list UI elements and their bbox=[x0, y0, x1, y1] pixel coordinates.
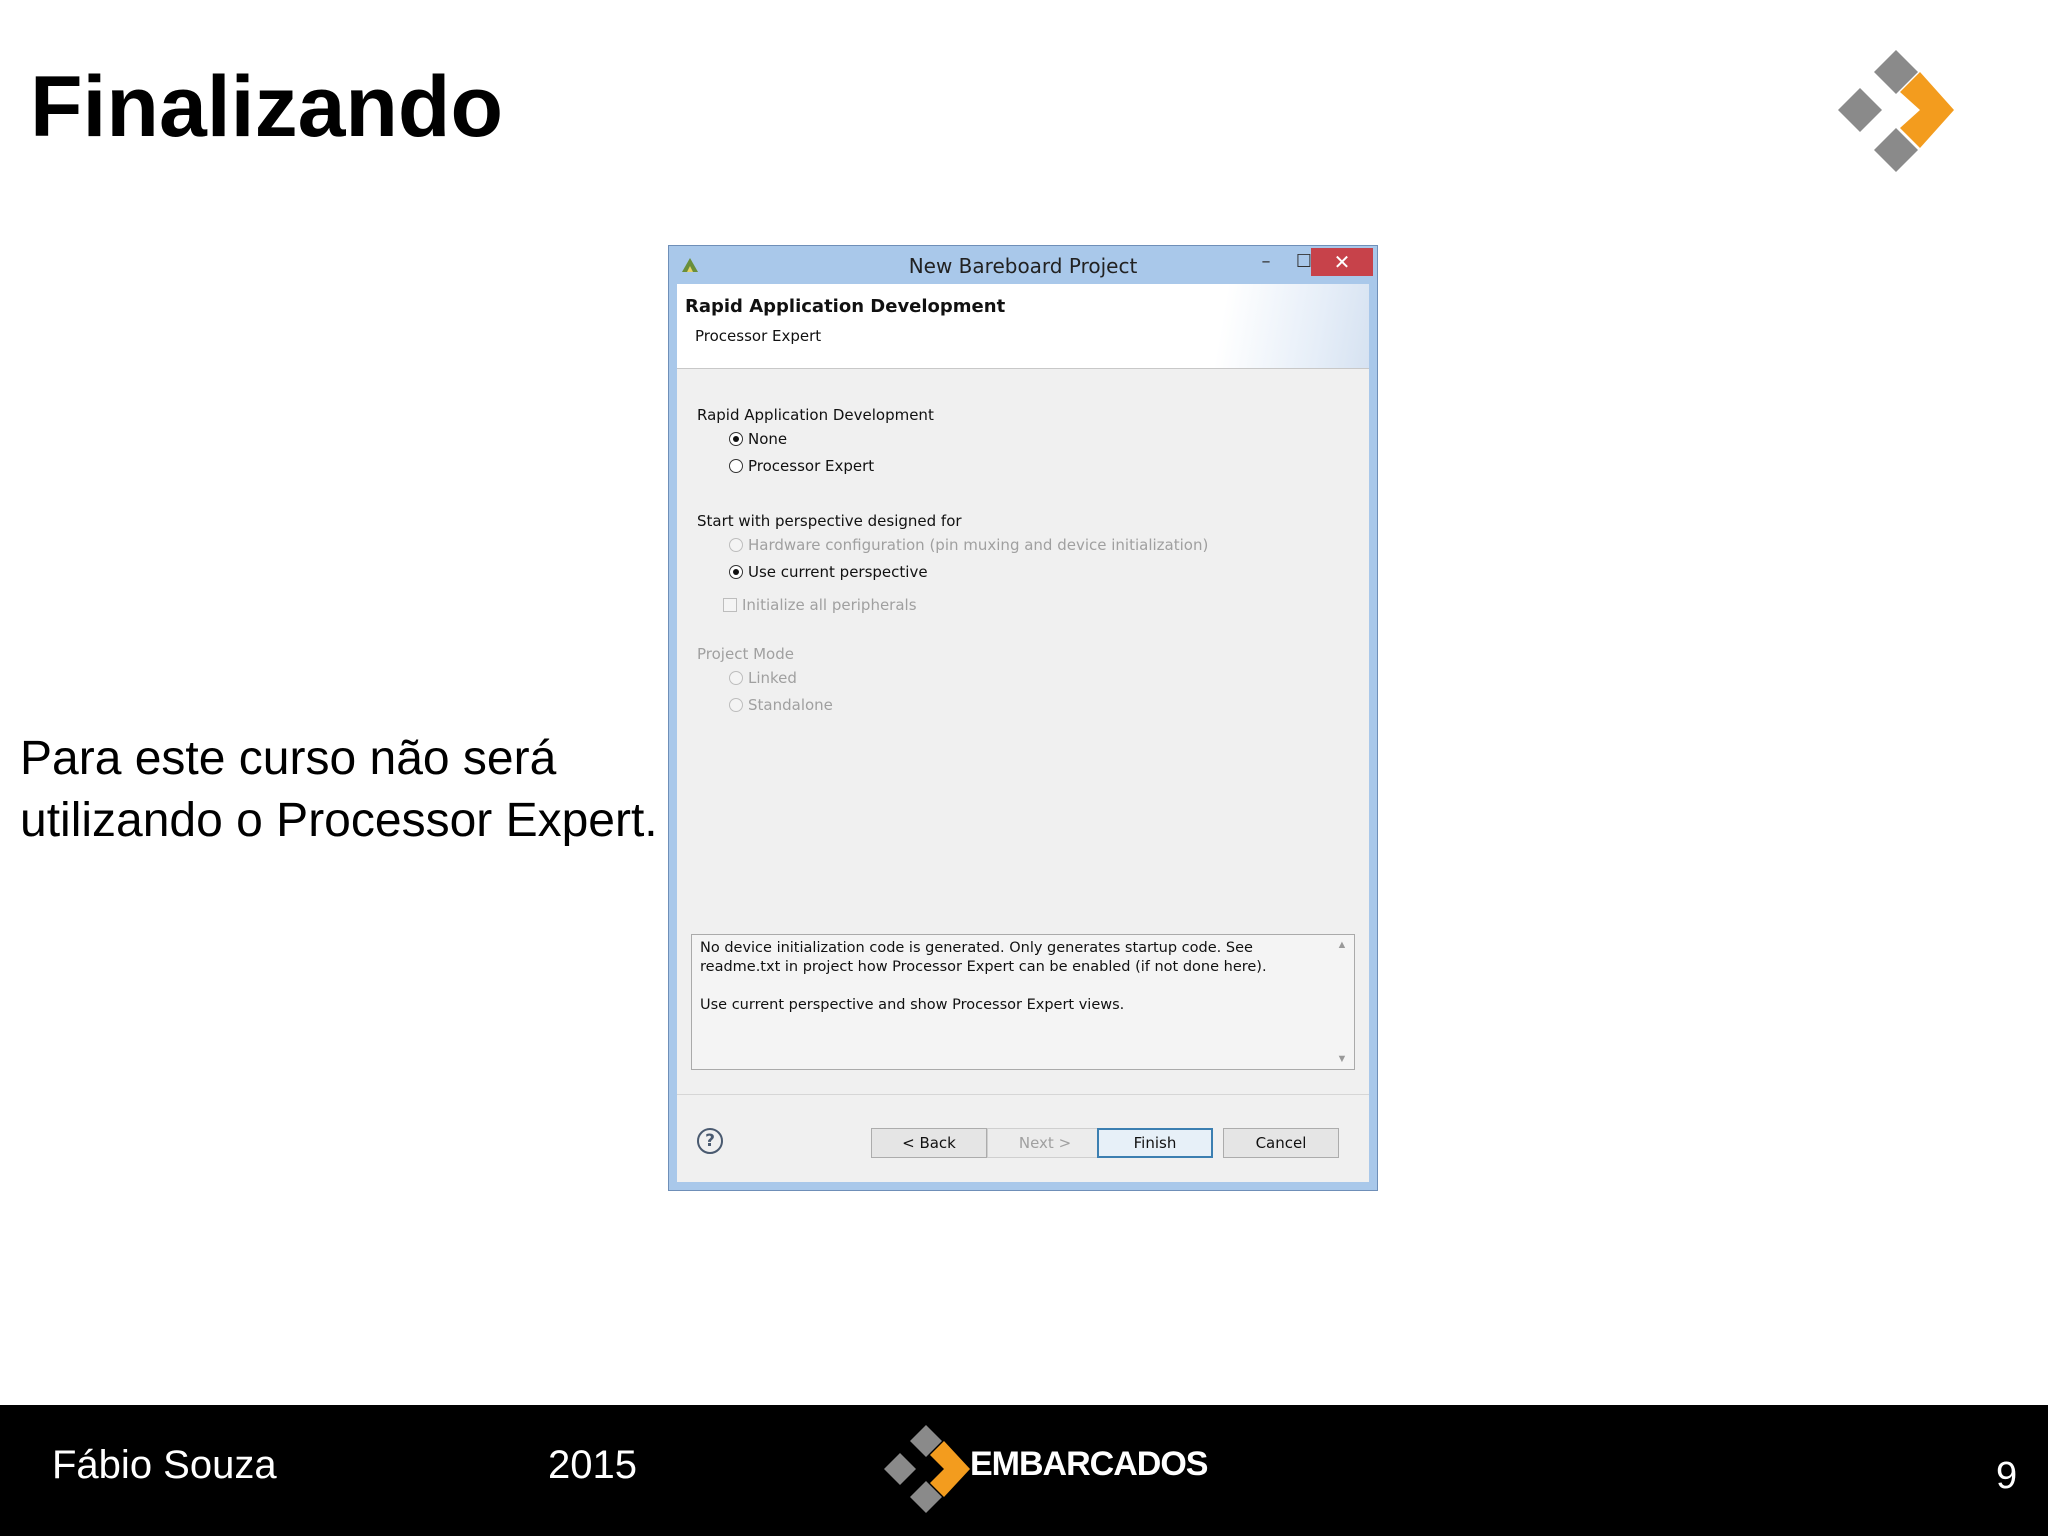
button-bar-separator bbox=[677, 1094, 1369, 1095]
slide-footer: Fábio Souza 2015 EMBARCADOS 9 bbox=[0, 1405, 2048, 1536]
radio-label: Standalone bbox=[748, 696, 833, 714]
radio-button bbox=[729, 671, 743, 685]
radio-use-current-perspective[interactable]: Use current perspective bbox=[729, 562, 928, 582]
radio-label: Processor Expert bbox=[748, 457, 875, 475]
rad-group-label: Rapid Application Development bbox=[697, 406, 934, 424]
checkbox-label: Initialize all peripherals bbox=[742, 596, 917, 614]
footer-brand: EMBARCADOS bbox=[970, 1445, 1208, 1483]
scroll-down-icon[interactable]: ▼ bbox=[1334, 1051, 1350, 1067]
cancel-button[interactable]: Cancel bbox=[1223, 1128, 1339, 1158]
wizard-header: Rapid Application Development Processor … bbox=[677, 284, 1369, 369]
radio-linked: Linked bbox=[729, 668, 797, 688]
dialog-titlebar[interactable]: New Bareboard Project – ☐ ✕ bbox=[669, 246, 1377, 284]
radio-processor-expert[interactable]: Processor Expert bbox=[729, 456, 874, 476]
slide-body-text: Para este curso não será utilizando o Pr… bbox=[20, 732, 658, 847]
help-icon[interactable]: ? bbox=[697, 1128, 723, 1154]
finish-button[interactable]: Finish bbox=[1097, 1128, 1213, 1158]
back-button[interactable]: < Back bbox=[871, 1128, 987, 1158]
project-mode-label: Project Mode bbox=[697, 645, 794, 663]
embarcados-footer-logo-icon bbox=[884, 1425, 970, 1513]
radio-label: Linked bbox=[748, 669, 797, 687]
radio-standalone: Standalone bbox=[729, 695, 833, 715]
page-number: 9 bbox=[1996, 1455, 2018, 1497]
footer-author: Fábio Souza bbox=[52, 1443, 277, 1487]
slide-title: Finalizando bbox=[30, 59, 503, 155]
radio-button[interactable] bbox=[729, 459, 743, 473]
description-textarea[interactable]: No device initialization code is generat… bbox=[691, 934, 1355, 1070]
next-button: Next > bbox=[987, 1128, 1103, 1158]
radio-label: None bbox=[748, 430, 788, 448]
radio-button bbox=[729, 538, 743, 552]
radio-label: Hardware configuration (pin muxing and d… bbox=[748, 536, 1209, 554]
checkbox-initialize-peripherals: Initialize all peripherals bbox=[723, 595, 917, 615]
embarcados-logo-icon bbox=[1838, 50, 1954, 172]
checkbox bbox=[723, 598, 737, 612]
wizard-page-subtitle: Processor Expert bbox=[695, 327, 822, 345]
close-button[interactable]: ✕ bbox=[1311, 248, 1373, 276]
radio-hardware-configuration: Hardware configuration (pin muxing and d… bbox=[729, 535, 1208, 555]
radio-button[interactable] bbox=[729, 565, 743, 579]
footer-year: 2015 bbox=[548, 1443, 637, 1487]
perspective-label: Start with perspective designed for bbox=[697, 512, 962, 530]
minimize-button[interactable]: – bbox=[1247, 248, 1285, 276]
radio-label: Use current perspective bbox=[748, 563, 928, 581]
description-text: No device initialization code is generat… bbox=[700, 940, 1267, 1013]
radio-button bbox=[729, 698, 743, 712]
wizard-page-title: Rapid Application Development bbox=[685, 296, 1006, 317]
scroll-up-icon[interactable]: ▲ bbox=[1334, 937, 1350, 953]
radio-button[interactable] bbox=[729, 432, 743, 446]
radio-none[interactable]: None bbox=[729, 429, 787, 449]
dialog-client-area: Rapid Application Development Processor … bbox=[677, 284, 1369, 1182]
new-bareboard-project-dialog: New Bareboard Project – ☐ ✕ Rapid Applic… bbox=[669, 246, 1377, 1190]
